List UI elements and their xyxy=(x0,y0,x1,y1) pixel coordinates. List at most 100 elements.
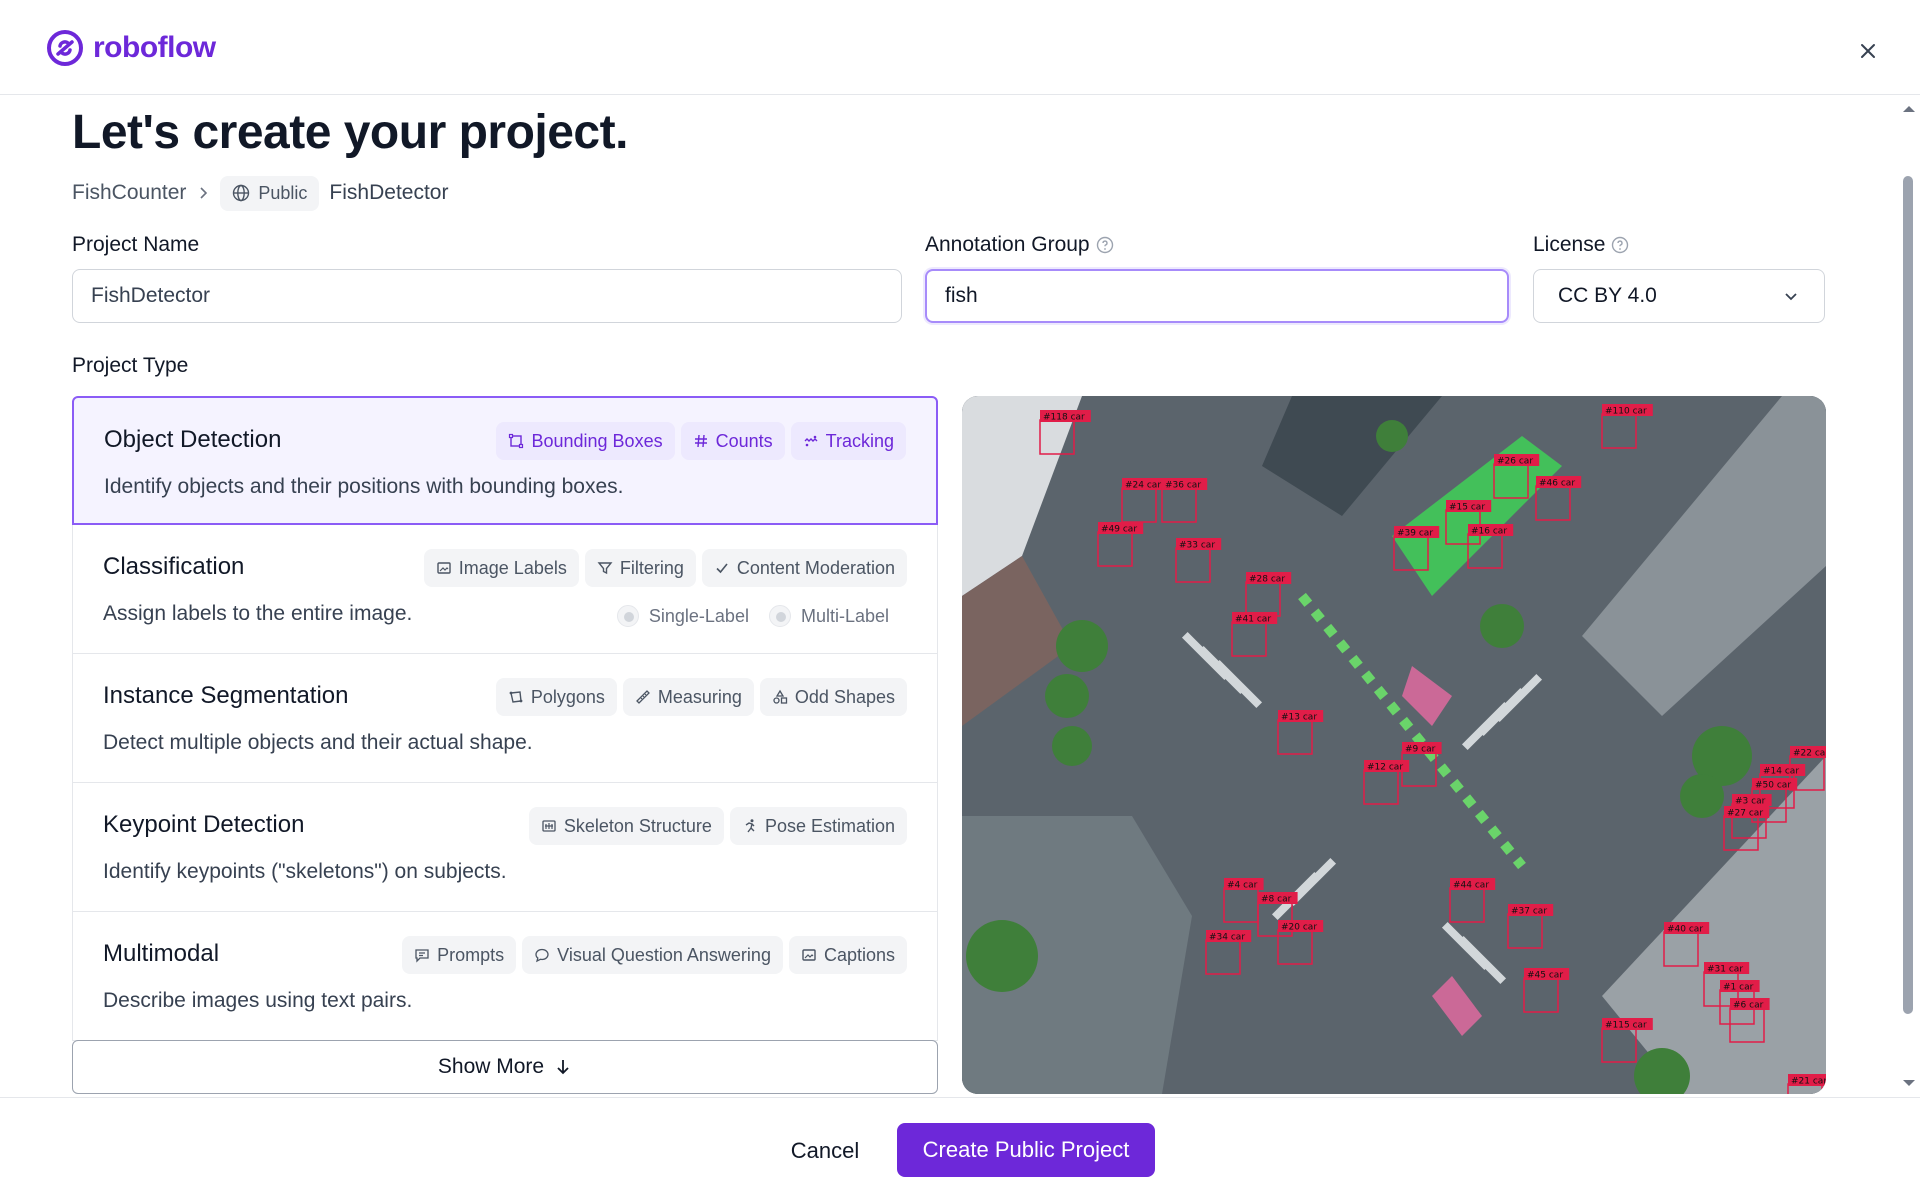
license-value: CC BY 4.0 xyxy=(1558,284,1657,307)
tag-list: Polygons Measuring Odd Shapes xyxy=(495,678,907,716)
project-type-multimodal[interactable]: Multimodal Prompts Visual Question Answe… xyxy=(72,912,938,1041)
create-public-project-button[interactable]: Create Public Project xyxy=(897,1123,1155,1177)
label-mode-radios: Single-Label Multi-Label xyxy=(616,605,889,627)
scrollbar-thumb[interactable] xyxy=(1903,176,1913,1014)
show-more-button[interactable]: Show More xyxy=(72,1040,938,1094)
breadcrumb-workspace[interactable]: FishCounter xyxy=(72,181,186,205)
project-type-description: Identify objects and their positions wit… xyxy=(104,475,624,498)
tag-label: Tracking xyxy=(825,430,894,451)
detection-label: #33 car xyxy=(1179,541,1215,551)
detection-label: #44 car xyxy=(1453,881,1489,891)
tag-counts: Counts xyxy=(680,422,785,460)
ruler-icon xyxy=(635,690,650,704)
project-type-keypoint-detection[interactable]: Keypoint Detection Skeleton Structure Po… xyxy=(72,783,938,912)
close-icon[interactable] xyxy=(1855,38,1881,64)
detection-label: #49 car xyxy=(1101,525,1137,535)
tag-pose-estimation: Pose Estimation xyxy=(729,807,907,845)
annotation-group-label-text: Annotation Group xyxy=(925,233,1090,256)
message-square-icon xyxy=(415,949,429,963)
license-label-text: License xyxy=(1533,233,1606,256)
vertical-scrollbar[interactable] xyxy=(1898,96,1920,1096)
detection-label: #6 car xyxy=(1733,1001,1764,1011)
project-type-description: Detect multiple objects and their actual… xyxy=(103,731,533,754)
detection-label: #22 car xyxy=(1793,749,1826,759)
tag-list: Bounding Boxes Counts Tracking xyxy=(496,422,906,460)
detection-label: #39 car xyxy=(1397,529,1433,539)
project-type-name: Object Detection xyxy=(104,426,282,453)
detection-label: #115 car xyxy=(1605,1021,1647,1031)
detection-label: #14 car xyxy=(1763,767,1799,777)
detection-label: #36 car xyxy=(1165,481,1201,491)
project-type-object-detection[interactable]: Object Detection Bounding Boxes Counts T… xyxy=(72,396,938,525)
visibility-toggle[interactable]: Public xyxy=(220,175,320,211)
radio-label: Single-Label xyxy=(648,605,749,626)
scroll-down-icon[interactable] xyxy=(1898,1076,1920,1090)
help-circle-icon[interactable] xyxy=(1611,236,1629,254)
detection-label: #31 car xyxy=(1707,965,1743,975)
tag-polygons: Polygons xyxy=(495,678,617,716)
image-icon xyxy=(802,949,816,961)
show-more-label: Show More xyxy=(437,1055,545,1078)
license-select[interactable]: CC BY 4.0 xyxy=(1533,269,1825,323)
radio-button[interactable] xyxy=(616,605,639,627)
detection-label: #110 car xyxy=(1605,407,1647,417)
tag-label: Captions xyxy=(823,944,895,965)
project-type-classification[interactable]: Classification Image Labels Filtering Co… xyxy=(72,525,938,654)
project-type-description: Describe images using text pairs. xyxy=(103,989,413,1012)
page-title: Let's create your project. xyxy=(72,106,628,159)
tag-label: Counts xyxy=(715,430,773,451)
tag-filtering: Filtering xyxy=(584,549,696,587)
filter-icon xyxy=(597,562,613,575)
roboflow-logo-icon xyxy=(47,30,83,66)
tag-measuring: Measuring xyxy=(622,678,754,716)
project-type-list: Object Detection Bounding Boxes Counts T… xyxy=(72,396,938,1053)
detection-label: #34 car xyxy=(1209,933,1245,943)
radio-button[interactable] xyxy=(768,605,791,627)
project-type-preview-image: #118 car #110 car #26 car #24 car #36 car #46… xyxy=(962,396,1826,1094)
tag-label: Pose Estimation xyxy=(764,815,895,836)
tag-skeleton-structure: Skeleton Structure xyxy=(528,807,724,845)
detection-label: #37 car xyxy=(1511,907,1547,917)
roboflow-logo[interactable]: roboflow xyxy=(47,30,216,66)
tag-label: Image Labels xyxy=(458,557,567,578)
project-type-label: Project Type xyxy=(72,354,189,377)
detection-label: #3 car xyxy=(1735,797,1766,807)
shapes-icon xyxy=(773,689,788,704)
license-label: License xyxy=(1533,233,1629,257)
project-name-input[interactable] xyxy=(72,269,902,323)
scroll-up-icon[interactable] xyxy=(1898,102,1920,116)
check-icon xyxy=(716,563,728,574)
brand-name: roboflow xyxy=(93,31,216,64)
tag-bounding-boxes: Bounding Boxes xyxy=(496,422,675,460)
detection-label: #15 car xyxy=(1449,503,1485,513)
detection-label: #1 car xyxy=(1723,983,1754,993)
project-type-instance-segmentation[interactable]: Instance Segmentation Polygons Measuring… xyxy=(72,654,938,783)
radio-single-label[interactable]: Single-Label xyxy=(616,605,749,627)
detection-label: #50 car xyxy=(1755,781,1791,791)
detection-label: #26 car xyxy=(1497,457,1533,467)
detection-label: #13 car xyxy=(1281,713,1317,723)
skeleton-icon xyxy=(542,820,556,832)
annotation-group-input[interactable] xyxy=(925,269,1509,323)
chat-bubble-icon xyxy=(535,948,549,963)
image-icon xyxy=(437,562,451,574)
help-circle-icon[interactable] xyxy=(1096,236,1114,254)
tag-label: Content Moderation xyxy=(736,557,895,578)
radio-multi-label[interactable]: Multi-Label xyxy=(768,605,889,627)
detection-label: #9 car xyxy=(1405,745,1436,755)
annotation-group-label: Annotation Group xyxy=(925,233,1114,257)
tag-odd-shapes: Odd Shapes xyxy=(759,678,907,716)
cancel-button[interactable]: Cancel xyxy=(770,1124,880,1178)
tag-label: Measuring xyxy=(657,686,742,707)
tag-tracking: Tracking xyxy=(790,422,906,460)
visibility-label: Public xyxy=(258,182,308,203)
detection-label: #46 car xyxy=(1539,479,1575,489)
tag-label: Odd Shapes xyxy=(794,686,895,707)
detection-label: #16 car xyxy=(1471,527,1507,537)
tag-label: Visual Question Answering xyxy=(557,944,771,965)
tag-label: Polygons xyxy=(530,686,605,707)
detection-label: #41 car xyxy=(1235,615,1271,625)
aerial-intersection-illustration: #118 car #110 car #26 car #24 car #36 car #46… xyxy=(962,396,1826,1094)
globe-icon xyxy=(233,184,250,202)
project-name-label: Project Name xyxy=(72,233,199,257)
